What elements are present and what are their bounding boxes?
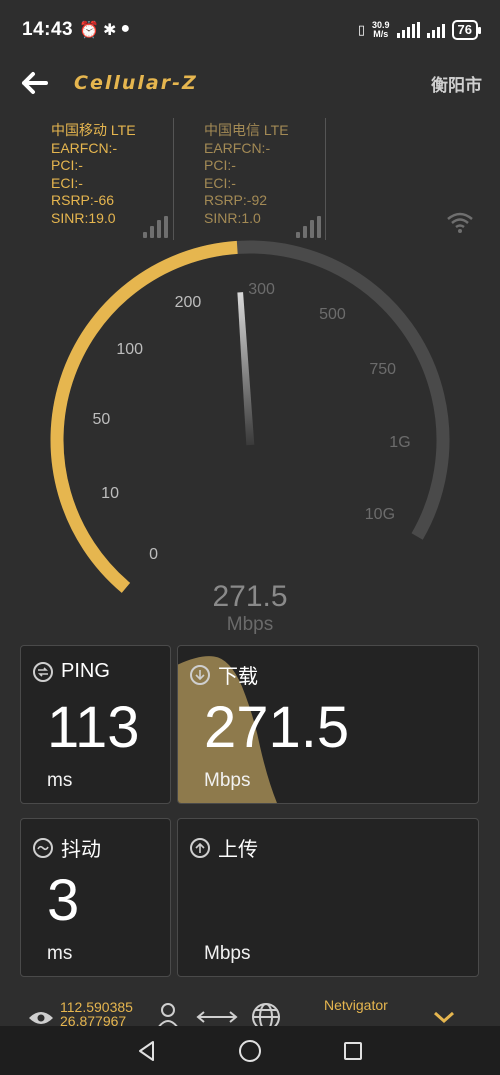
gauge-needle [237,292,255,446]
vibrate-icon: ▯ [357,22,365,37]
gauge-tick-label: 750 [369,361,397,379]
jitter-value: 3 [47,868,80,933]
transfer-icon[interactable] [196,1010,238,1024]
ping-label: PING [61,660,110,682]
gauge-value: 271.5 [212,580,288,613]
gauge-unit: Mbps [226,614,274,635]
triangle-back-icon [138,1040,154,1061]
upload-card: 上传 Mbps [177,818,479,977]
location-icon: ● [120,20,131,37]
ping-value: 113 [47,695,140,760]
city-label: 衡阳市 [431,75,482,95]
system-nav-bar [0,1026,500,1075]
ping-card: PING 113 ms [20,645,171,804]
signal-icon [396,22,420,38]
jitter-icon [33,837,53,858]
upload-icon [190,837,210,858]
chevron-down-icon[interactable] [433,1010,455,1024]
back-button[interactable] [18,67,50,99]
gauge-tick-label: 10G [364,506,396,523]
gauge-tick-label: 50 [92,410,111,428]
nav-back-button[interactable] [132,1036,162,1066]
gauge-tick-label: 500 [319,305,346,323]
download-icon [190,664,210,685]
eye-icon[interactable] [28,1010,54,1026]
app-header: Cellular-Z 衡阳市 [0,60,500,106]
gps-coordinates: 112.590385 26.877967 [60,999,133,1026]
gauge-tick-label: 1G [389,433,411,451]
sim1-signal-icon [143,216,168,238]
sim2-info: 中国电信 LTE EARFCN:- PCI:- ECI:- RSRP:-92 S… [204,122,289,226]
alarm-icon: ⏰ [79,22,100,39]
download-unit: Mbps [204,770,251,791]
gauge-fill [50,240,238,593]
gauge-tick-label: 200 [174,294,202,312]
gauge-tick-label: 300 [248,281,275,299]
network-speed: 30.9 M/s [372,20,390,39]
status-time: 14:43 [22,19,74,40]
signal-icon-2 [426,22,445,38]
upload-unit: Mbps [204,943,251,964]
gauge-tick-label: 10 [101,485,119,503]
upload-label: 上传 [218,839,258,861]
download-value: 271.5 [204,695,350,760]
square-recents-icon [344,1041,363,1060]
sim2-signal-icon [296,216,321,238]
person-icon[interactable] [156,1002,180,1026]
bottom-info-bar: 112.590385 26.877967 Netvigator [0,990,500,1026]
download-label: 下载 [218,666,258,688]
download-card: 下载 271.5 Mbps [177,645,479,804]
bluetooth-icon: ✱ [103,22,117,39]
battery-icon: 76 [451,20,482,40]
wifi-icon[interactable] [445,208,475,236]
status-bar: 14:43 ⏰ ✱ ● ▯ 30.9 M/s 76 [0,0,500,60]
ping-unit: ms [47,770,73,791]
gauge-tick-label: 0 [149,545,159,563]
arrow-left-icon [22,72,48,94]
nav-recents-button[interactable] [338,1036,368,1066]
divider [173,118,174,240]
nav-home-button[interactable] [235,1036,265,1066]
gauge-tick-label: 100 [116,341,144,359]
jitter-unit: ms [47,943,73,964]
jitter-label: 抖动 [61,839,101,861]
ping-icon [33,661,53,682]
operator-name: Netvigator [324,997,388,1013]
circle-home-icon [238,1039,261,1062]
jitter-card: 抖动 3 ms [20,818,171,977]
app-logo: Cellular-Z [74,72,198,94]
sim1-info: 中国移动 LTE EARFCN:- PCI:- ECI:- RSRP:-66 S… [51,122,136,226]
globe-icon[interactable] [251,1002,281,1026]
divider [325,118,326,240]
